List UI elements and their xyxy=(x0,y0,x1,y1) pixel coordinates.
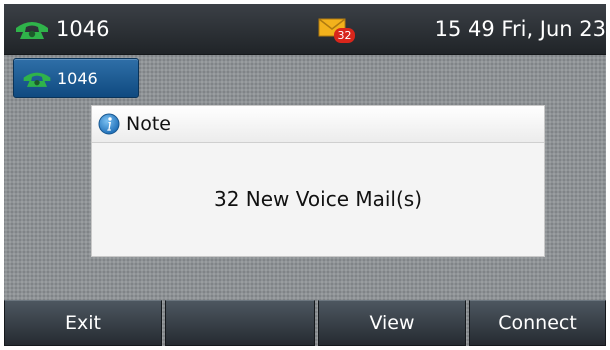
phone-screen: 1046 32 15 49 Fri, Jun 23 1046 Note 32 N… xyxy=(4,4,606,346)
phone-icon xyxy=(23,72,51,87)
voicemail-indicator[interactable]: 32 xyxy=(318,18,355,44)
dialog-header: Note xyxy=(92,106,544,143)
empty-softkey[interactable] xyxy=(165,300,315,346)
dialog-message: 32 New Voice Mail(s) xyxy=(213,187,423,211)
line-key-1046[interactable]: 1046 xyxy=(13,58,139,98)
dialog-title: Note xyxy=(126,113,171,135)
status-account-label: 1046 xyxy=(56,17,110,41)
status-account: 1046 xyxy=(14,13,109,45)
info-icon xyxy=(98,113,120,135)
date-time: 15 49 Fri, Jun 23 xyxy=(434,17,606,41)
view-softkey[interactable]: View xyxy=(318,300,466,346)
voicemail-count-badge: 32 xyxy=(334,28,355,43)
softkey-bar: Exit View Connect xyxy=(4,300,606,346)
line-key-label: 1046 xyxy=(57,68,98,88)
phone-icon xyxy=(16,22,48,39)
exit-softkey[interactable]: Exit xyxy=(4,300,162,346)
note-dialog: Note 32 New Voice Mail(s) xyxy=(91,105,545,257)
status-bar: 1046 32 15 49 Fri, Jun 23 xyxy=(4,4,606,55)
connect-softkey[interactable]: Connect xyxy=(469,300,606,346)
